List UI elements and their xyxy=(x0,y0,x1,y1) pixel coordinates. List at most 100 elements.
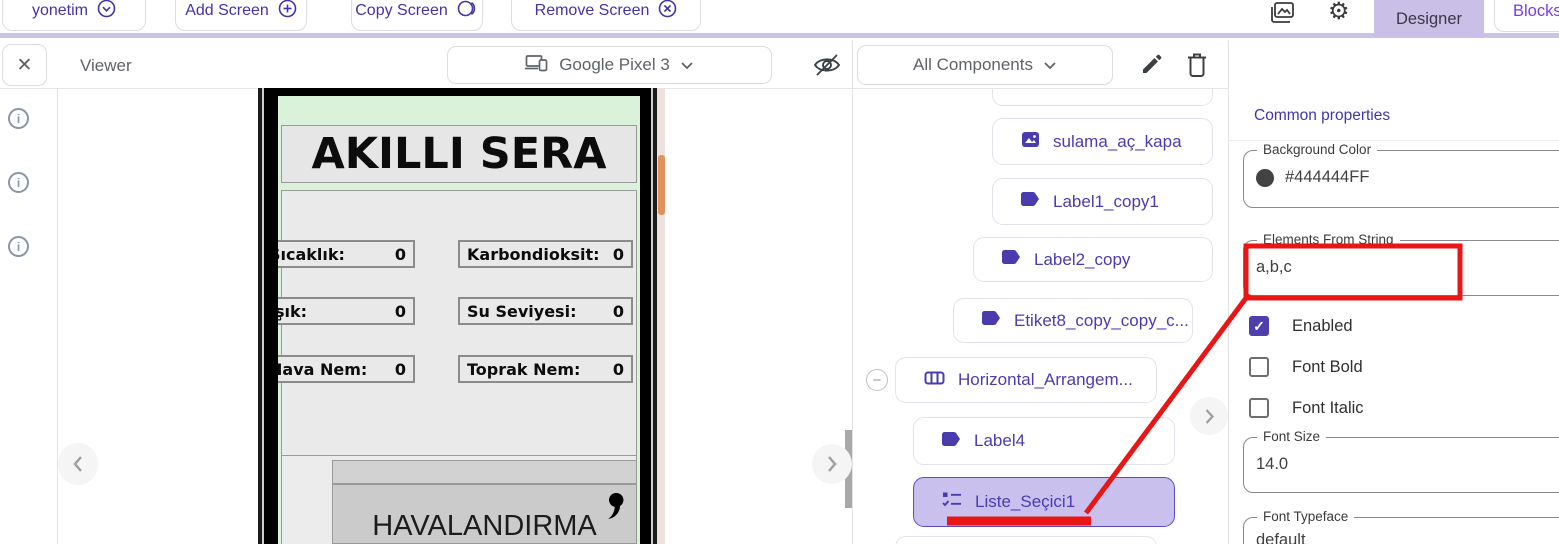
tree-item-horizontal-arrangement[interactable]: Horizontal_Arrangem... xyxy=(895,357,1157,403)
plus-circle-icon xyxy=(278,0,297,23)
color-swatch[interactable] xyxy=(1256,168,1274,187)
tree-item-sulama-ac-kapa[interactable]: sulama_aç_kapa xyxy=(992,118,1213,165)
font-bold-label: Font Bold xyxy=(1292,357,1363,376)
font-typeface-field: Font Typeface default xyxy=(1243,509,1559,544)
font-size-label: Font Size xyxy=(1257,429,1327,444)
font-typeface-label: Font Typeface xyxy=(1257,509,1355,524)
sensor-box-hava-nem[interactable]: Hava Nem: 0 xyxy=(260,355,415,383)
toolbar-bottom-strip xyxy=(0,33,1559,38)
tree-item-label: Label1_copy1 xyxy=(1053,191,1159,211)
tab-blocks[interactable]: Blocks xyxy=(1494,0,1559,32)
close-viewer-button[interactable]: ✕ xyxy=(2,44,47,86)
enabled-label: Enabled xyxy=(1292,316,1353,335)
device-icon xyxy=(525,53,549,78)
font-size-field: Font Size xyxy=(1243,429,1559,493)
viewer-title: Viewer xyxy=(80,56,132,75)
sensor-box-su-seviyesi[interactable]: Su Seviyesi: 0 xyxy=(458,297,633,325)
collapse-node-button[interactable]: − xyxy=(866,369,888,391)
info-icon[interactable]: i xyxy=(8,108,29,129)
elements-from-string-input[interactable] xyxy=(1256,258,1536,277)
scroll-right-button[interactable] xyxy=(812,444,852,484)
tab-designer-label: Designer xyxy=(1395,9,1463,28)
enabled-checkbox[interactable]: ✓ xyxy=(1249,316,1269,336)
section-divider xyxy=(1229,140,1559,141)
tree-item-label: Horizontal_Arrangem... xyxy=(958,370,1133,389)
rename-pencil-icon[interactable] xyxy=(1140,53,1163,76)
add-screen-button[interactable]: Add Screen xyxy=(175,0,307,31)
tree-item-label4[interactable]: Label4 xyxy=(913,417,1175,465)
havalandirma-section[interactable]: HAVALANDIRMA xyxy=(332,484,637,544)
settings-gear-icon[interactable]: ⚙ xyxy=(1328,0,1350,24)
background-color-field: Background Color #444444FF xyxy=(1243,142,1559,208)
background-color-label: Background Color xyxy=(1257,142,1378,157)
phone-mockup: AKILLI SERA Sıcaklık: 0 Karbondioksit: 0 I… xyxy=(258,88,665,544)
info-icon[interactable]: i xyxy=(8,236,29,257)
device-select-dropdown[interactable]: Google Pixel 3 xyxy=(447,46,772,84)
phone-power-button xyxy=(658,155,665,215)
scroll-left-button[interactable] xyxy=(58,443,98,485)
common-properties-link[interactable]: Common properties xyxy=(1254,107,1390,125)
device-label: Google Pixel 3 xyxy=(559,55,670,74)
phone-left-bezel xyxy=(258,88,278,544)
label-icon xyxy=(1021,191,1040,212)
x-circle-icon xyxy=(658,0,677,23)
components-filter-label: All Components xyxy=(912,55,1033,74)
tab-designer[interactable]: Designer xyxy=(1374,0,1484,38)
tree-item-etiket8-copy[interactable]: Etiket8_copy_copy_c... xyxy=(953,298,1193,343)
tree-item-label1-copy1[interactable]: Label1_copy1 xyxy=(992,178,1213,225)
chevron-right-icon xyxy=(828,456,837,472)
font-size-input[interactable] xyxy=(1256,455,1536,474)
enabled-checkbox-row: ✓ Enabled xyxy=(1249,316,1353,336)
toggle-hidden-components-icon[interactable] xyxy=(812,52,842,78)
info-icon[interactable]: i xyxy=(8,172,29,193)
tree-item-label: Label2_copy xyxy=(1034,249,1131,269)
background-color-value: #444444FF xyxy=(1285,168,1370,186)
tree-item-liste-secici1[interactable]: Liste_Seçici1 xyxy=(913,477,1175,527)
components-filter-dropdown[interactable]: All Components xyxy=(857,45,1113,85)
havalandirma-header-strip[interactable] xyxy=(332,460,637,484)
copy-screen-button[interactable]: Copy Screen xyxy=(351,0,483,31)
chevron-down-icon xyxy=(1043,55,1057,75)
phone-top-bezel xyxy=(258,88,657,96)
font-bold-checkbox[interactable] xyxy=(1249,357,1269,377)
copy-circle-icon xyxy=(457,0,479,23)
close-icon: ✕ xyxy=(16,54,33,76)
tree-item-label: Etiket8_copy_copy_c... xyxy=(1014,310,1189,330)
elements-from-string-field: Elements From String xyxy=(1243,232,1559,296)
label-icon xyxy=(982,310,1001,331)
tree-item-partial-bottom[interactable] xyxy=(895,536,1157,544)
remove-screen-button[interactable]: Remove Screen xyxy=(511,0,701,31)
app-window: yonetim Add Screen Copy Screen Remove Sc… xyxy=(0,0,1559,544)
component-tree-panel: sulama_aç_kapa Label1_copy1 Label2_copy … xyxy=(853,89,1228,544)
tree-item-label: sulama_aç_kapa xyxy=(1053,131,1182,151)
sensor-box-toprak-nem[interactable]: Toprak Nem: 0 xyxy=(458,355,633,383)
elements-from-string-label: Elements From String xyxy=(1257,232,1400,247)
havalandirma-label: HAVALANDIRMA xyxy=(372,510,597,542)
tree-item-label2-copy[interactable]: Label2_copy xyxy=(973,237,1213,282)
horizontal-arrangement-icon xyxy=(924,370,945,390)
chevron-right-icon xyxy=(1205,408,1214,424)
tree-item-label: Label4 xyxy=(974,431,1026,450)
phone-right-bezel xyxy=(640,88,657,544)
label-icon xyxy=(1002,249,1021,270)
add-screen-label: Add Screen xyxy=(185,1,269,19)
screen-menu-button[interactable]: yonetim xyxy=(2,0,146,31)
delete-trash-icon[interactable] xyxy=(1185,52,1209,78)
app-screen[interactable]: AKILLI SERA Sıcaklık: 0 Karbondioksit: 0 I… xyxy=(260,88,640,544)
tree-item-partial-top[interactable] xyxy=(992,89,1213,106)
font-italic-label: Font Italic xyxy=(1292,398,1364,417)
app-title-label[interactable]: AKILLI SERA xyxy=(281,125,637,183)
tree-expand-button[interactable] xyxy=(1190,397,1228,435)
font-bold-checkbox-row: Font Bold xyxy=(1249,357,1363,377)
sensor-box-karbondioksit[interactable]: Karbondioksit: 0 xyxy=(458,240,633,268)
chevron-down-circle-icon xyxy=(97,0,116,23)
rail-divider xyxy=(57,88,58,544)
font-typeface-value[interactable]: default xyxy=(1256,531,1306,544)
sensor-box-isik[interactable]: Işık: 0 xyxy=(260,297,415,325)
properties-panel: Common properties Background Color #4444… xyxy=(1229,40,1559,544)
font-italic-checkbox[interactable] xyxy=(1249,398,1269,418)
sensor-box-sicaklik[interactable]: Sıcaklık: 0 xyxy=(260,240,415,268)
media-library-icon[interactable] xyxy=(1269,1,1295,25)
remove-screen-label: Remove Screen xyxy=(534,1,650,19)
chevron-left-icon xyxy=(73,456,82,472)
